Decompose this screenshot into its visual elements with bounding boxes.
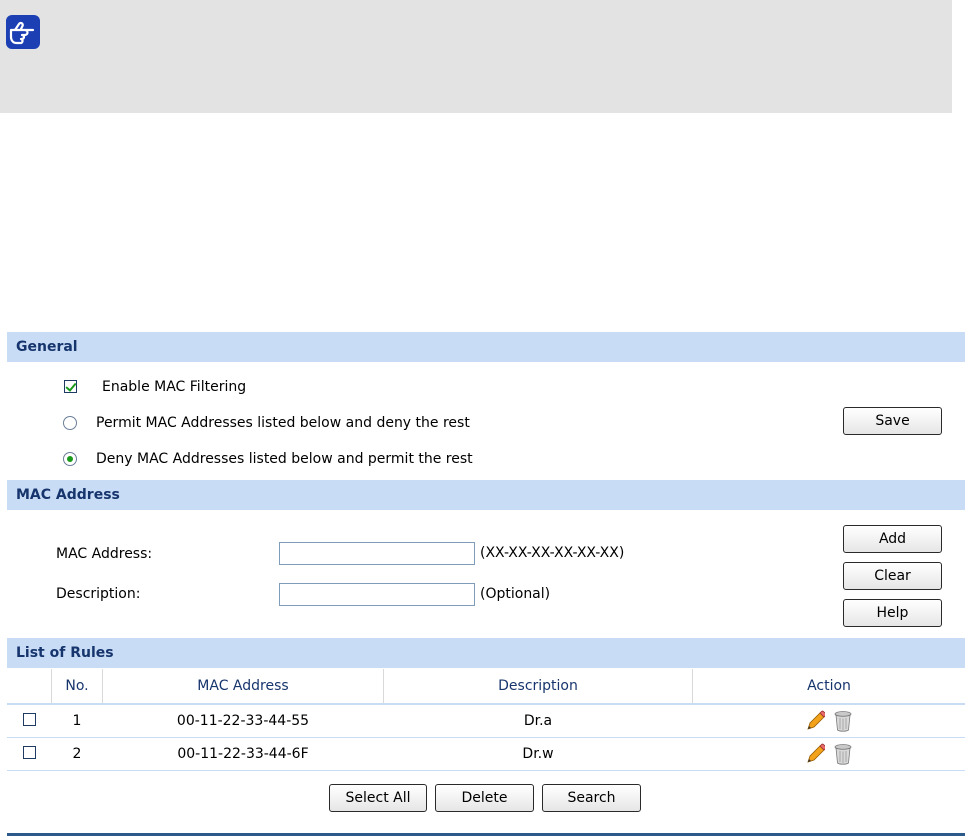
row-number: 2 bbox=[51, 737, 103, 771]
permit-mode-label: Permit MAC Addresses listed below and de… bbox=[96, 415, 470, 431]
mac-address-label: MAC Address: bbox=[56, 546, 153, 562]
column-header-description: Description bbox=[383, 669, 693, 704]
pencil-edit-icon[interactable] bbox=[805, 743, 825, 765]
pencil-edit-icon[interactable] bbox=[805, 710, 825, 732]
row-select-checkbox[interactable] bbox=[22, 745, 36, 759]
row-actions bbox=[692, 703, 965, 738]
table-row: 2 00-11-22-33-44-6F Dr.w bbox=[7, 737, 965, 771]
trash-delete-icon[interactable] bbox=[833, 710, 853, 732]
general-section-header: General bbox=[7, 332, 965, 362]
help-button[interactable]: Help bbox=[843, 599, 942, 627]
rules-table: No. MAC Address Description Action 1 00-… bbox=[7, 669, 965, 771]
column-header-mac-address: MAC Address bbox=[102, 669, 384, 704]
row-mac-address: 00-11-22-33-44-6F bbox=[102, 737, 384, 771]
bottom-divider bbox=[7, 833, 965, 836]
save-button[interactable]: Save bbox=[843, 407, 942, 435]
list-of-rules-section-header: List of Rules bbox=[7, 638, 965, 668]
permit-mode-radio[interactable] bbox=[63, 416, 77, 430]
enable-mac-filtering-checkbox[interactable] bbox=[64, 380, 77, 393]
mac-address-section-header: MAC Address bbox=[7, 480, 965, 510]
clear-button[interactable]: Clear bbox=[843, 562, 942, 590]
rules-table-header-row: No. MAC Address Description Action bbox=[7, 669, 965, 704]
select-all-button[interactable]: Select All bbox=[329, 784, 427, 812]
enable-mac-filtering-label: Enable MAC Filtering bbox=[102, 379, 247, 395]
row-select-checkbox[interactable] bbox=[22, 712, 36, 726]
add-button[interactable]: Add bbox=[843, 525, 942, 553]
deny-mode-label: Deny MAC Addresses listed below and perm… bbox=[96, 451, 473, 467]
trash-delete-icon[interactable] bbox=[833, 743, 853, 765]
deny-mode-radio[interactable] bbox=[63, 452, 77, 466]
search-button[interactable]: Search bbox=[542, 784, 641, 812]
mac-address-format-hint: (XX-XX-XX-XX-XX-XX) bbox=[480, 545, 625, 561]
row-description: Dr.w bbox=[383, 737, 693, 771]
column-header-select bbox=[7, 669, 52, 704]
description-optional-hint: (Optional) bbox=[480, 586, 551, 602]
description-input[interactable] bbox=[279, 583, 475, 606]
row-description: Dr.a bbox=[383, 703, 693, 738]
column-header-action: Action bbox=[692, 669, 965, 704]
mac-address-input[interactable] bbox=[279, 542, 475, 565]
note-box bbox=[0, 0, 952, 113]
row-actions bbox=[692, 737, 965, 771]
row-number: 1 bbox=[51, 703, 103, 738]
description-label: Description: bbox=[56, 586, 141, 602]
table-row: 1 00-11-22-33-44-55 Dr.a bbox=[7, 703, 965, 738]
delete-button[interactable]: Delete bbox=[435, 784, 534, 812]
pointing-hand-note-icon bbox=[6, 15, 40, 49]
row-mac-address: 00-11-22-33-44-55 bbox=[102, 703, 384, 738]
column-header-no: No. bbox=[51, 669, 103, 704]
